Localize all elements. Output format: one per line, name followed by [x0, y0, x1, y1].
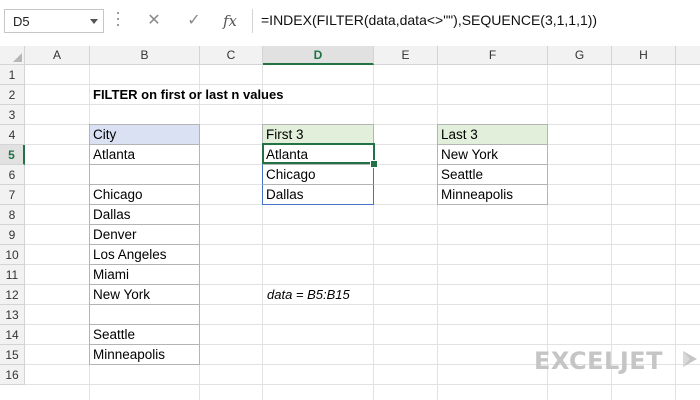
last3-cell-f6[interactable]: Seattle: [437, 165, 548, 185]
worksheet-grid[interactable]: A B C D E F G H 1 2 3 4 5 6 7 8 9 10 11 …: [0, 46, 700, 400]
logo-mark-icon: [683, 351, 697, 367]
sheet-title[interactable]: FILTER on first or last n values: [90, 85, 350, 105]
city-cell-b10[interactable]: Los Angeles: [89, 245, 200, 265]
select-all-button[interactable]: [0, 46, 25, 65]
column-header-a[interactable]: A: [25, 46, 90, 65]
row-header-13[interactable]: 13: [0, 305, 25, 325]
row-header-11[interactable]: 11: [0, 265, 25, 285]
row-header-15[interactable]: 15: [0, 345, 25, 365]
city-cell-b6[interactable]: [89, 165, 200, 185]
gridline: [373, 65, 374, 400]
gridline: [262, 65, 263, 400]
column-header-b[interactable]: B: [90, 46, 200, 65]
city-cell-b7[interactable]: Chicago: [89, 185, 200, 205]
name-box-value: D5: [13, 14, 30, 29]
column-header-e[interactable]: E: [374, 46, 438, 65]
drag-handle-icon[interactable]: [117, 12, 120, 30]
formula-bar: D5 ✕ ✓ fx =INDEX(FILTER(data,data<>""),S…: [0, 0, 700, 47]
cancel-icon[interactable]: ✕: [142, 10, 166, 32]
formula-text: =INDEX(FILTER(data,data<>""),SEQUENCE(3,…: [261, 12, 598, 28]
formula-input[interactable]: =INDEX(FILTER(data,data<>""),SEQUENCE(3,…: [252, 9, 696, 33]
city-cell-b15[interactable]: Minneapolis: [89, 345, 200, 365]
row-header-3[interactable]: 3: [0, 105, 25, 125]
row-header-5[interactable]: 5: [0, 145, 25, 165]
column-header-d[interactable]: D: [263, 46, 374, 65]
row-header-10[interactable]: 10: [0, 245, 25, 265]
row-header-2[interactable]: 2: [0, 85, 25, 105]
last3-cell-f7[interactable]: Minneapolis: [437, 185, 548, 205]
last3-header[interactable]: Last 3: [437, 124, 548, 145]
column-header-c[interactable]: C: [200, 46, 263, 65]
fill-handle[interactable]: [370, 160, 378, 168]
column-header-f[interactable]: F: [438, 46, 548, 65]
city-cell-b5[interactable]: Atlanta: [89, 145, 200, 165]
first3-cell-d7[interactable]: Dallas: [262, 185, 374, 205]
named-range-note[interactable]: data = B5:B15: [264, 285, 414, 305]
row-header-8[interactable]: 8: [0, 205, 25, 225]
column-header-overflow: [676, 46, 700, 65]
row-header-12[interactable]: 12: [0, 285, 25, 305]
row-header-4[interactable]: 4: [0, 125, 25, 145]
first3-header[interactable]: First 3: [262, 124, 374, 145]
row-header-9[interactable]: 9: [0, 225, 25, 245]
logo-text: EXCELJET: [534, 347, 664, 375]
exceljet-logo: EXCELJET: [534, 347, 697, 375]
first3-cell-d6[interactable]: Chicago: [262, 165, 374, 185]
first3-cell-d5[interactable]: Atlanta: [262, 145, 374, 165]
city-cell-b13[interactable]: [89, 305, 200, 325]
city-cell-b8[interactable]: Dallas: [89, 205, 200, 225]
city-cell-b12[interactable]: New York: [89, 285, 200, 305]
city-cell-b14[interactable]: Seattle: [89, 325, 200, 345]
gridline: [675, 65, 676, 400]
gridline: [25, 384, 700, 385]
column-header-g[interactable]: G: [548, 46, 612, 65]
city-header[interactable]: City: [89, 124, 200, 145]
row-header-7[interactable]: 7: [0, 185, 25, 205]
row-header-14[interactable]: 14: [0, 325, 25, 345]
column-header-h[interactable]: H: [612, 46, 676, 65]
gridline: [437, 65, 438, 400]
enter-icon[interactable]: ✓: [182, 10, 206, 32]
city-cell-b11[interactable]: Miami: [89, 265, 200, 285]
row-header-16[interactable]: 16: [0, 365, 25, 385]
row-header-6[interactable]: 6: [0, 165, 25, 185]
city-cell-b9[interactable]: Denver: [89, 225, 200, 245]
chevron-down-icon[interactable]: [90, 19, 98, 24]
name-box[interactable]: D5: [4, 9, 104, 33]
last3-cell-f5[interactable]: New York: [437, 145, 548, 165]
insert-function-icon[interactable]: fx: [218, 10, 242, 32]
row-header-1[interactable]: 1: [0, 65, 25, 85]
